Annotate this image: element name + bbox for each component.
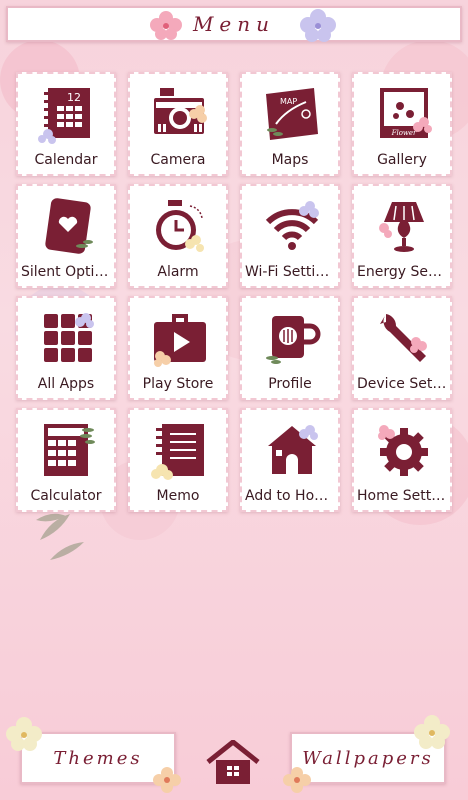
tile-label: Calculator bbox=[30, 488, 102, 504]
gallery-icon: Flower bbox=[380, 88, 432, 138]
app-tile-calendar[interactable]: 12 Calendar bbox=[16, 72, 116, 176]
themes-label: Themes bbox=[53, 747, 143, 769]
gallery-caption-text: Flower bbox=[391, 129, 417, 137]
app-tile-memo[interactable]: Memo bbox=[128, 408, 228, 512]
lamp-icon bbox=[379, 202, 424, 252]
tile-label: Profile bbox=[268, 376, 312, 392]
app-tile-wifi-settings[interactable]: Wi-Fi Settings bbox=[240, 184, 340, 288]
house-icon bbox=[268, 425, 318, 474]
tile-label: Camera bbox=[150, 152, 206, 168]
tile-label: Memo bbox=[156, 488, 200, 504]
app-tile-silent-options[interactable]: Silent Options bbox=[16, 184, 116, 288]
flower-decoration bbox=[6, 717, 42, 751]
play-store-icon bbox=[154, 314, 206, 367]
app-tile-calculator[interactable]: Calculator bbox=[16, 408, 116, 512]
app-tile-play-store[interactable]: Play Store bbox=[128, 296, 228, 400]
app-tile-profile[interactable]: Profile bbox=[240, 296, 340, 400]
app-tile-add-to-home[interactable]: Add to Home bbox=[240, 408, 340, 512]
tile-label: Alarm bbox=[157, 264, 199, 280]
app-tile-camera[interactable]: Camera bbox=[128, 72, 228, 176]
app-tile-energy-settings[interactable]: Energy Setti… bbox=[352, 184, 452, 288]
flower-decoration bbox=[414, 715, 450, 749]
tile-label: Energy Setti… bbox=[357, 264, 450, 280]
wifi-icon bbox=[265, 201, 319, 250]
calendar-icon: 12 bbox=[38, 88, 90, 144]
flower-decoration bbox=[283, 767, 311, 793]
flower-decoration bbox=[153, 767, 181, 793]
wallpapers-button[interactable]: Wallpapers bbox=[283, 715, 450, 793]
tile-label: Calendar bbox=[34, 152, 98, 168]
tile-label: Device Setti… bbox=[357, 376, 450, 392]
app-tile-home-settings[interactable]: Home Setti… bbox=[352, 408, 452, 512]
tile-label: All Apps bbox=[37, 376, 95, 392]
tile-label: Add to Home bbox=[245, 488, 337, 504]
tile-label: Wi-Fi Settings bbox=[245, 264, 338, 280]
memo-icon bbox=[151, 424, 204, 480]
tile-label: Gallery bbox=[377, 152, 427, 168]
wallpapers-label: Wallpapers bbox=[302, 747, 434, 769]
tile-label: Home Setti… bbox=[357, 488, 450, 504]
map-label-text: MAP bbox=[280, 97, 297, 106]
map-icon: MAP bbox=[266, 88, 318, 140]
tile-label: Play Store bbox=[142, 376, 214, 392]
gear-icon bbox=[378, 425, 428, 476]
menu-header: Menu bbox=[6, 6, 462, 42]
themes-button[interactable]: Themes bbox=[6, 717, 181, 793]
app-tile-all-apps[interactable]: All Apps bbox=[16, 296, 116, 400]
profile-cup-icon bbox=[266, 316, 321, 364]
all-apps-icon bbox=[44, 313, 94, 362]
tile-label: Maps bbox=[271, 152, 309, 168]
app-tile-gallery[interactable]: Flower Gallery bbox=[352, 72, 452, 176]
app-tile-alarm[interactable]: Alarm bbox=[128, 184, 228, 288]
wrench-icon bbox=[380, 314, 427, 362]
flower-decoration-right bbox=[300, 9, 336, 42]
page-title: Menu bbox=[192, 12, 276, 36]
camera-icon bbox=[154, 88, 207, 134]
home-button[interactable] bbox=[206, 740, 260, 786]
calculator-icon bbox=[44, 424, 95, 476]
silent-icon bbox=[45, 198, 93, 254]
app-tile-maps[interactable]: MAP Maps bbox=[240, 72, 340, 176]
app-tile-device-settings[interactable]: Device Setti… bbox=[352, 296, 452, 400]
calendar-date-text: 12 bbox=[67, 91, 81, 104]
tile-label: Silent Options bbox=[21, 264, 114, 280]
flower-decoration-left bbox=[150, 11, 182, 40]
alarm-icon bbox=[156, 200, 204, 252]
